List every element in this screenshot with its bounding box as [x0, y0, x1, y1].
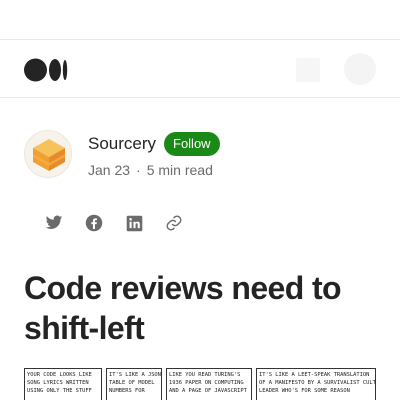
comic-text: OF A MANIFESTO BY A SURVIVALIST CULT — [259, 380, 376, 386]
comic-text: AND A PAGE OF JAVASCRIPT — [169, 388, 247, 394]
comic-panel: IT'S LIKE A JSON TABLE OF MODEL NUMBERS … — [106, 368, 162, 400]
comic-panel: LIKE YOU READ TURING'S 1936 PAPER ON COM… — [166, 368, 252, 400]
medium-logo[interactable] — [24, 58, 68, 82]
comic-text: TABLE OF MODEL — [109, 380, 155, 386]
follow-button[interactable]: Follow — [164, 132, 220, 156]
comic-text: NUMBERS FOR — [109, 388, 145, 394]
twitter-icon[interactable] — [44, 212, 64, 234]
top-navbar — [0, 41, 400, 98]
link-icon[interactable] — [164, 212, 184, 234]
share-bar — [44, 212, 184, 234]
meta-separator: · — [136, 162, 141, 178]
comic-text: USING ONLY THE STUFF — [27, 388, 92, 394]
comic-text: IT'S LIKE A JSON — [109, 372, 161, 378]
comic-text: IT'S LIKE A LEET-SPEAK TRANSLATION — [259, 372, 370, 378]
comic-panel: IT'S LIKE A LEET-SPEAK TRANSLATION OF A … — [256, 368, 376, 400]
sourcery-logo-icon — [33, 139, 65, 171]
comic-panel: YOUR CODE LOOKS LIKE SONG LYRICS WRITTEN… — [24, 368, 102, 400]
xkcd-comic-image[interactable]: YOUR CODE LOOKS LIKE SONG LYRICS WRITTEN… — [24, 368, 376, 400]
comic-text: YOUR CODE LOOKS LIKE — [27, 372, 92, 378]
user-avatar[interactable] — [344, 53, 376, 85]
write-icon-placeholder[interactable] — [296, 58, 320, 82]
author-block: Sourcery Follow Jan 23 · 5 min read — [24, 130, 376, 180]
facebook-icon[interactable] — [84, 212, 104, 234]
publish-date: Jan 23 — [88, 162, 131, 178]
author-name[interactable]: Sourcery — [88, 133, 156, 155]
article-title: Code reviews need to shift-left — [24, 270, 342, 346]
read-time: 5 min read — [146, 162, 213, 178]
comic-text: SONG LYRICS WRITTEN — [27, 380, 89, 386]
author-avatar[interactable] — [24, 130, 72, 178]
article-meta: Jan 23 · 5 min read — [88, 161, 213, 179]
comic-text: LEADER WHO'S FOR SOME REASON — [259, 388, 350, 394]
comic-text: LIKE YOU READ TURING'S — [169, 372, 241, 378]
linkedin-icon[interactable] — [124, 212, 144, 234]
browser-top-strip — [0, 0, 400, 40]
comic-text: 1936 PAPER ON COMPUTING — [169, 380, 244, 386]
